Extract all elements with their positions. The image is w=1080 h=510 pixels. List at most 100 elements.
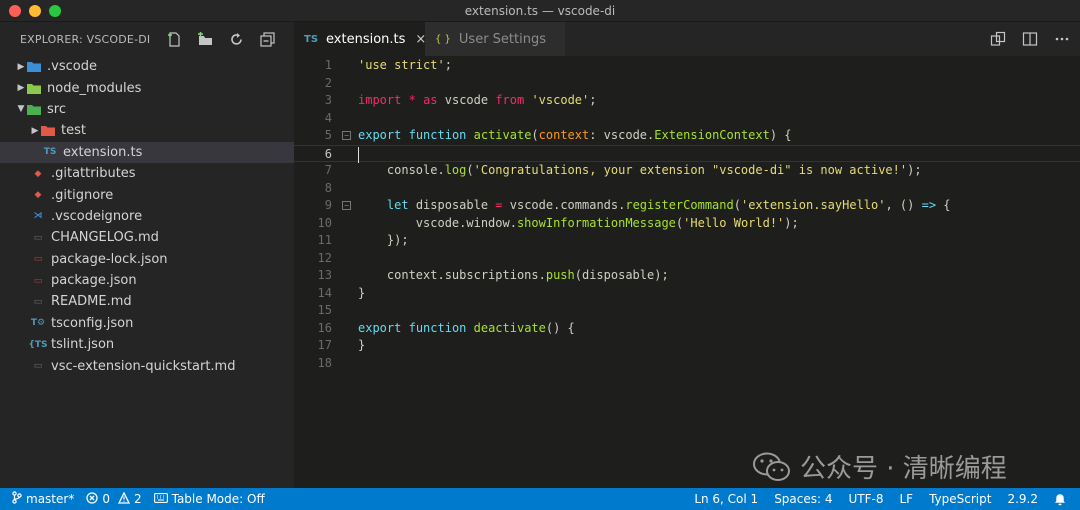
code-line: 4 [294,110,1080,128]
line-number: 9 [324,198,332,212]
watermark: 公众号 · 清晰编程 [752,448,1007,485]
chevron-right-icon[interactable]: ▶ [16,62,26,72]
tree-item-package-lock-json[interactable]: ▭ package-lock.json [0,249,294,270]
typescript-file-icon: TS [43,147,57,158]
new-file-icon[interactable] [166,31,183,48]
error-icon [86,491,98,507]
code-line: 12 [294,250,1080,268]
folder-src-icon [26,102,42,116]
code-text: import * as vscode from 'vscode'; [358,93,597,107]
table-mode-indicator[interactable]: Table Mode: Off [153,492,265,506]
folder-node-icon [26,81,42,95]
chevron-down-icon[interactable]: ▼ [16,104,26,114]
line-number: 15 [317,303,332,317]
collapse-all-icon[interactable] [259,31,276,48]
indentation[interactable]: Spaces: 4 [774,492,832,506]
npm-file-icon: ▭ [33,254,43,265]
code-text: } [358,338,366,352]
tree-item-label: test [61,123,86,139]
chevron-right-icon[interactable]: ▶ [16,83,26,93]
explorer-title: EXPLORER: VSCODE-DI [20,32,151,46]
code-text: export function activate(context: vscode… [358,128,792,142]
error-count: 0 [102,492,110,506]
line-number: 8 [324,180,332,195]
tsconfig-file-icon: T⚙ [30,318,46,329]
code-text: vscode.window.showInformationMessage('He… [358,215,799,230]
code-text: }); [358,233,409,247]
encoding[interactable]: UTF-8 [849,492,884,506]
tree-item-test[interactable]: ▶ test [0,120,294,141]
split-editor-icon[interactable] [1022,31,1038,47]
branch-indicator[interactable]: master* [12,491,74,507]
typescript-icon: TS [304,33,319,45]
language-mode[interactable]: TypeScript [929,492,991,506]
json-braces-icon: { } [435,33,451,45]
tree-item-changelog-md[interactable]: ▭ CHANGELOG.md [0,227,294,248]
cursor-position[interactable]: Ln 6, Col 1 [694,492,758,506]
tab-extension-ts[interactable]: TS extension.ts × [294,22,426,56]
tree-item-label: vsc-extension-quickstart.md [51,358,236,374]
tree-item-tslint-json[interactable]: {TS tslint.json [0,334,294,355]
tree-item-vsc-extension-quickstart-md[interactable]: ▭ vsc-extension-quickstart.md [0,355,294,376]
tree-item-label: .gitignore [51,187,114,203]
maximize-window-button[interactable] [49,5,61,17]
line-number: 12 [317,250,332,265]
tree-item-extension-ts[interactable]: TS extension.ts [0,141,294,163]
tree-item-label: extension.ts [63,144,143,160]
explorer-actions [166,31,276,48]
chevron-right-icon[interactable]: ▶ [30,126,40,136]
open-changes-icon[interactable] [990,31,1006,47]
tree-item-label: tslint.json [51,337,115,353]
line-number: 13 [317,268,332,282]
minimize-window-button[interactable] [29,5,41,17]
line-number: 17 [317,338,332,352]
code-line: 1 'use strict'; [294,57,1080,75]
tslint-file-icon: {TS [28,339,48,350]
warning-count: 2 [133,492,142,506]
refresh-icon[interactable] [228,31,245,48]
end-of-line[interactable]: LF [899,492,913,506]
markdown-file-icon: ▭ [33,296,43,307]
tree-item-tsconfig-json[interactable]: T⚙ tsconfig.json [0,313,294,334]
problems-indicator[interactable]: 0 2 [86,491,142,507]
tree-item-gitattributes[interactable]: ◆ .gitattributes [0,163,294,184]
line-number: 1 [324,58,332,72]
tree-item-src[interactable]: ▼ src [0,99,294,120]
code-editor[interactable]: 1 'use strict'; 2 3 import * as vscode from … [294,56,1080,488]
tree-item-package-json[interactable]: ▭ package.json [0,270,294,291]
line-number: 6 [324,146,332,161]
tab-user-settings[interactable]: { } User Settings [425,22,565,56]
code-line: 5 − export function activate(context: vsco… [294,127,1080,145]
tree-item-label: .vscode [47,59,97,75]
new-folder-icon[interactable] [197,31,214,48]
more-actions-icon[interactable] [1054,31,1070,47]
bell-icon[interactable] [1054,493,1066,506]
close-window-button[interactable] [9,5,21,17]
editor-actions [990,31,1070,47]
line-number: 3 [324,93,332,107]
markdown-file-icon: ▭ [33,361,43,372]
code-line: 13 context.subscriptions.push(disposable… [294,267,1080,285]
explorer-header: EXPLORER: VSCODE-DI [0,22,294,56]
tree-item-label: package.json [51,273,137,289]
code-line: 15 [294,302,1080,320]
fold-icon[interactable]: − [342,131,351,140]
tree-item-gitignore[interactable]: ◆ .gitignore [0,184,294,205]
title-bar: extension.ts — vscode-di [0,0,1080,22]
code-line: 6 [294,144,1080,163]
tree-item-label: node_modules [47,80,142,96]
tree-item-label: .gitattributes [51,166,136,182]
code-line: 7 console.log('Congratulations, your ext… [294,162,1080,180]
tree-item-vscode[interactable]: ▶ .vscode [0,56,294,77]
fold-icon[interactable]: − [342,201,351,210]
explorer-sidebar: EXPLORER: VSCODE-DI ▶ .vscode ▶ node_module… [0,22,294,488]
keyboard-icon [153,492,168,506]
window-controls [9,5,61,17]
line-number: 10 [317,215,332,230]
code-text: context.subscriptions.push(disposable); [358,268,669,282]
typescript-version[interactable]: 2.9.2 [1007,492,1038,506]
git-file-icon: ◆ [34,168,42,179]
tree-item-node-modules[interactable]: ▶ node_modules [0,77,294,98]
tree-item-vscodeignore[interactable]: ⋊ .vscodeignore [0,206,294,227]
tree-item-readme-md[interactable]: ▭ README.md [0,291,294,312]
